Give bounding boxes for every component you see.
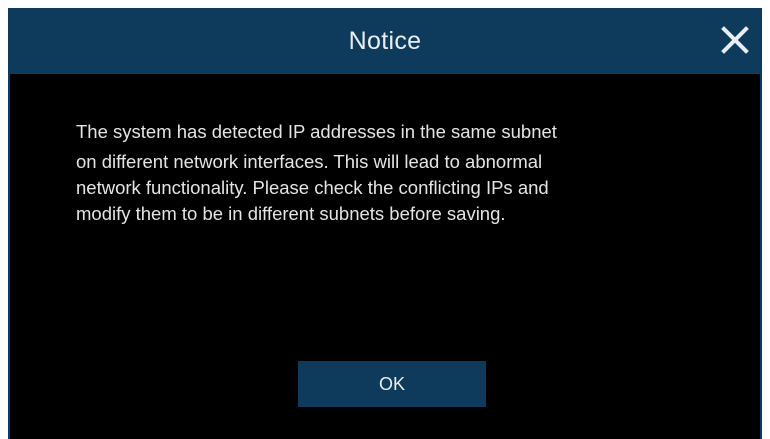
message-line: modify them to be in different subnets b… bbox=[76, 203, 506, 224]
message-line: The system has detected IP addresses in … bbox=[76, 121, 557, 142]
message-line: network functionality. Please check the … bbox=[76, 177, 549, 198]
message-line: on different network interfaces. This wi… bbox=[76, 151, 543, 172]
close-icon[interactable] bbox=[720, 25, 750, 55]
ok-button[interactable]: OK bbox=[298, 361, 486, 407]
dialog-title: Notice bbox=[348, 26, 422, 55]
dialog-titlebar: Notice bbox=[8, 8, 762, 74]
notice-dialog: Notice The system has detected IP addres… bbox=[8, 8, 762, 439]
dialog-message: The system has detected IP addresses in … bbox=[76, 119, 716, 227]
